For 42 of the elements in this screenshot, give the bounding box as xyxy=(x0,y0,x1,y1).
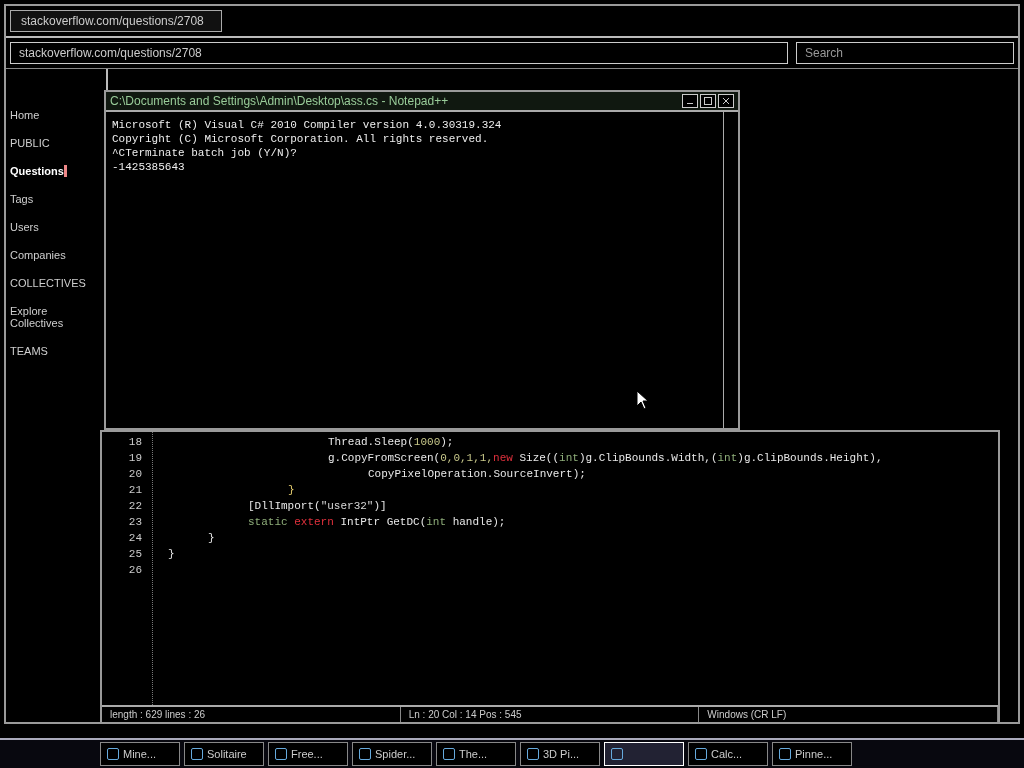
status-text: Ln : 20 Col : 14 Pos : 545 xyxy=(400,707,700,722)
sidebar-item[interactable]: Companies xyxy=(10,249,66,261)
sidebar-item[interactable]: Questions xyxy=(10,165,67,177)
status-text: Windows (CR LF) xyxy=(699,707,998,722)
taskbar-button[interactable]: The... xyxy=(436,742,516,766)
line-number: 21 xyxy=(127,483,142,498)
sidebar-item[interactable]: Home xyxy=(10,109,40,121)
status-text: length : 629 lines : 26 xyxy=(102,707,401,722)
browser-tab[interactable]: stackoverflow.com/questions/2708 xyxy=(10,10,222,32)
taskbar-button[interactable]: 3D Pi... xyxy=(520,742,600,766)
code-line: CopyPixelOperation.SourceInvert); xyxy=(367,467,586,482)
code-line: } xyxy=(207,531,215,546)
line-number: 22 xyxy=(127,499,142,514)
sidebar-item[interactable]: Tags xyxy=(10,193,34,205)
taskbar-button[interactable]: Pinne... xyxy=(772,742,852,766)
sidebar-item[interactable]: PUBLIC xyxy=(10,137,50,149)
code-line: [DllImport("user32")] xyxy=(247,499,387,514)
line-number: 20 xyxy=(127,467,142,482)
sidebar-item[interactable]: COLLECTIVES xyxy=(10,277,86,289)
sidebar-item[interactable]: Users xyxy=(10,221,39,233)
sidebar-item[interactable]: Explore Collectives xyxy=(10,305,102,329)
code-line: Thread.Sleep(1000); xyxy=(327,435,454,450)
taskbar-button[interactable]: Free... xyxy=(268,742,348,766)
line-number: 18 xyxy=(127,435,142,450)
window-title: C:\Documents and Settings\Admin\Desktop\ass.cs - Notepad++ xyxy=(110,94,449,108)
code-line: } xyxy=(167,547,175,562)
taskbar-button[interactable]: Calc... xyxy=(688,742,768,766)
taskbar-button[interactable]: Mine... xyxy=(100,742,180,766)
console-output: Microsoft (R) Visual C# 2010 Compiler version 4.0.30319.324 Copyright (C) Microsoft Corporation. All rights reserved. ^CTerminate batch job (Y/N)? -1425385643 xyxy=(111,118,503,175)
code-line: static extern IntPtr GetDC(int handle); xyxy=(247,515,506,530)
code-line: g.CopyFromScreen(0,0,1,1,new Size((int)g.ClipBounds.Width,(int)g.ClipBounds.Height), xyxy=(327,451,883,466)
line-number: 25 xyxy=(127,547,142,562)
search-field[interactable]: Search xyxy=(796,42,1014,64)
code-line: } xyxy=(287,483,295,498)
line-number: 19 xyxy=(127,451,142,466)
taskbar-button[interactable]: Solitaire xyxy=(184,742,264,766)
address-bar[interactable]: stackoverflow.com/questions/2708 xyxy=(10,42,788,64)
line-number: 26 xyxy=(127,563,142,578)
line-number: 24 xyxy=(127,531,142,546)
line-number: 23 xyxy=(127,515,142,530)
taskbar-button[interactable]: Spider... xyxy=(352,742,432,766)
sidebar-item[interactable]: TEAMS xyxy=(10,345,48,357)
